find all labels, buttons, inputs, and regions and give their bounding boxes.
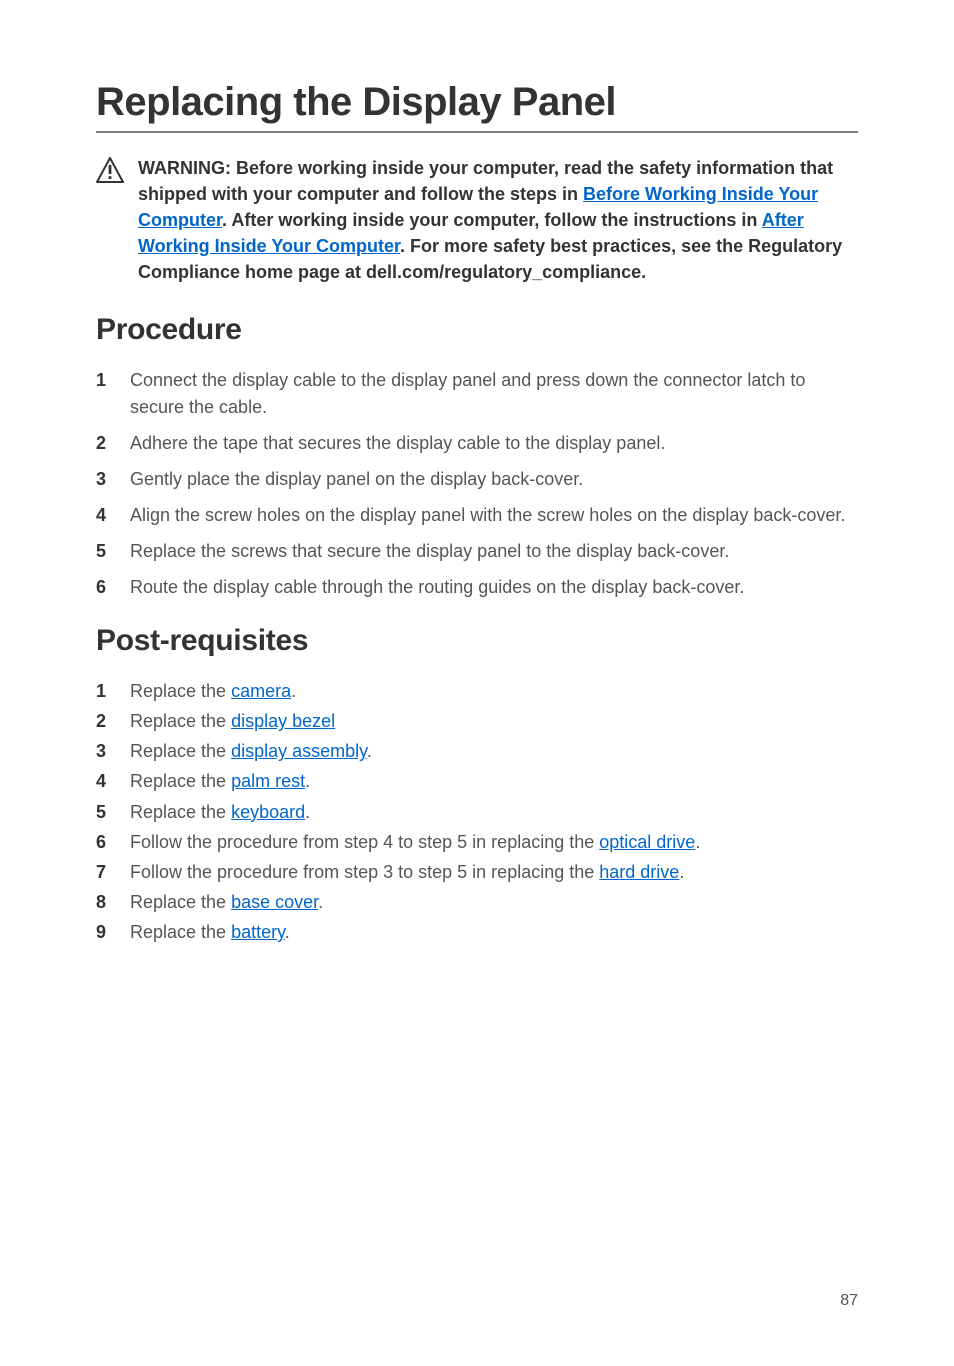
list-item: 4 Replace the palm rest. — [96, 768, 858, 794]
warning-icon — [96, 157, 124, 188]
step-text: Gently place the display panel on the di… — [130, 466, 858, 492]
list-item: 2 Adhere the tape that secures the displa… — [96, 430, 858, 456]
step-text: Replace the base cover. — [130, 889, 858, 915]
link-palm-rest[interactable]: palm rest — [231, 771, 305, 791]
step-text: Replace the keyboard. — [130, 799, 858, 825]
step-number: 2 — [96, 430, 112, 456]
step-number: 6 — [96, 829, 112, 855]
step-text: Replace the palm rest. — [130, 768, 858, 794]
step-text: Replace the battery. — [130, 919, 858, 945]
list-item: 3 Replace the display assembly. — [96, 738, 858, 764]
step-text: Connect the display cable to the display… — [130, 367, 858, 419]
step-text: Replace the screws that secure the displ… — [130, 538, 858, 564]
step-number: 1 — [96, 678, 112, 704]
step-number: 6 — [96, 574, 112, 600]
list-item: 5 Replace the keyboard. — [96, 799, 858, 825]
list-item: 6 Follow the procedure from step 4 to ste… — [96, 829, 858, 855]
step-text: Follow the procedure from step 3 to step… — [130, 859, 858, 885]
step-number: 8 — [96, 889, 112, 915]
post-requisites-list: 1 Replace the camera. 2 Replace the displa… — [96, 678, 858, 945]
step-text: Follow the procedure from step 4 to step… — [130, 829, 858, 855]
post-requisites-heading: Post-requisites — [96, 624, 858, 658]
list-item: 9 Replace the battery. — [96, 919, 858, 945]
list-item: 3 Gently place the display panel on the d… — [96, 466, 858, 492]
list-item: 8 Replace the base cover. — [96, 889, 858, 915]
step-text: Adhere the tape that secures the display… — [130, 430, 858, 456]
warning-mid1: . After working inside your computer, fo… — [222, 210, 762, 230]
link-keyboard[interactable]: keyboard — [231, 802, 305, 822]
step-number: 7 — [96, 859, 112, 885]
link-base-cover[interactable]: base cover — [231, 892, 318, 912]
step-number: 4 — [96, 502, 112, 528]
procedure-heading: Procedure — [96, 313, 858, 347]
step-number: 3 — [96, 466, 112, 492]
list-item: 1 Replace the camera. — [96, 678, 858, 704]
list-item: 6 Route the display cable through the rou… — [96, 574, 858, 600]
procedure-list: 1 Connect the display cable to the displa… — [96, 367, 858, 600]
link-battery[interactable]: battery — [231, 922, 285, 942]
list-item: 1 Connect the display cable to the displa… — [96, 367, 858, 419]
link-optical-drive[interactable]: optical drive — [599, 832, 695, 852]
step-number: 9 — [96, 919, 112, 945]
step-number: 5 — [96, 799, 112, 825]
link-display-assembly[interactable]: display assembly — [231, 741, 367, 761]
step-text: Replace the display bezel — [130, 708, 858, 734]
list-item: 2 Replace the display bezel — [96, 708, 858, 734]
step-number: 3 — [96, 738, 112, 764]
step-text: Replace the camera. — [130, 678, 858, 704]
step-number: 4 — [96, 768, 112, 794]
link-camera[interactable]: camera — [231, 681, 291, 701]
warning-text: WARNING: Before working inside your comp… — [138, 155, 858, 285]
step-number: 5 — [96, 538, 112, 564]
step-number: 2 — [96, 708, 112, 734]
page-title: Replacing the Display Panel — [96, 80, 858, 133]
step-number: 1 — [96, 367, 112, 393]
list-item: 7 Follow the procedure from step 3 to ste… — [96, 859, 858, 885]
step-text: Align the screw holes on the display pan… — [130, 502, 858, 528]
link-display-bezel[interactable]: display bezel — [231, 711, 335, 731]
list-item: 4 Align the screw holes on the display pa… — [96, 502, 858, 528]
step-text: Replace the display assembly. — [130, 738, 858, 764]
link-hard-drive[interactable]: hard drive — [599, 862, 679, 882]
list-item: 5 Replace the screws that secure the disp… — [96, 538, 858, 564]
step-text: Route the display cable through the rout… — [130, 574, 858, 600]
page-number: 87 — [840, 1292, 858, 1310]
warning-block: WARNING: Before working inside your comp… — [96, 155, 858, 285]
